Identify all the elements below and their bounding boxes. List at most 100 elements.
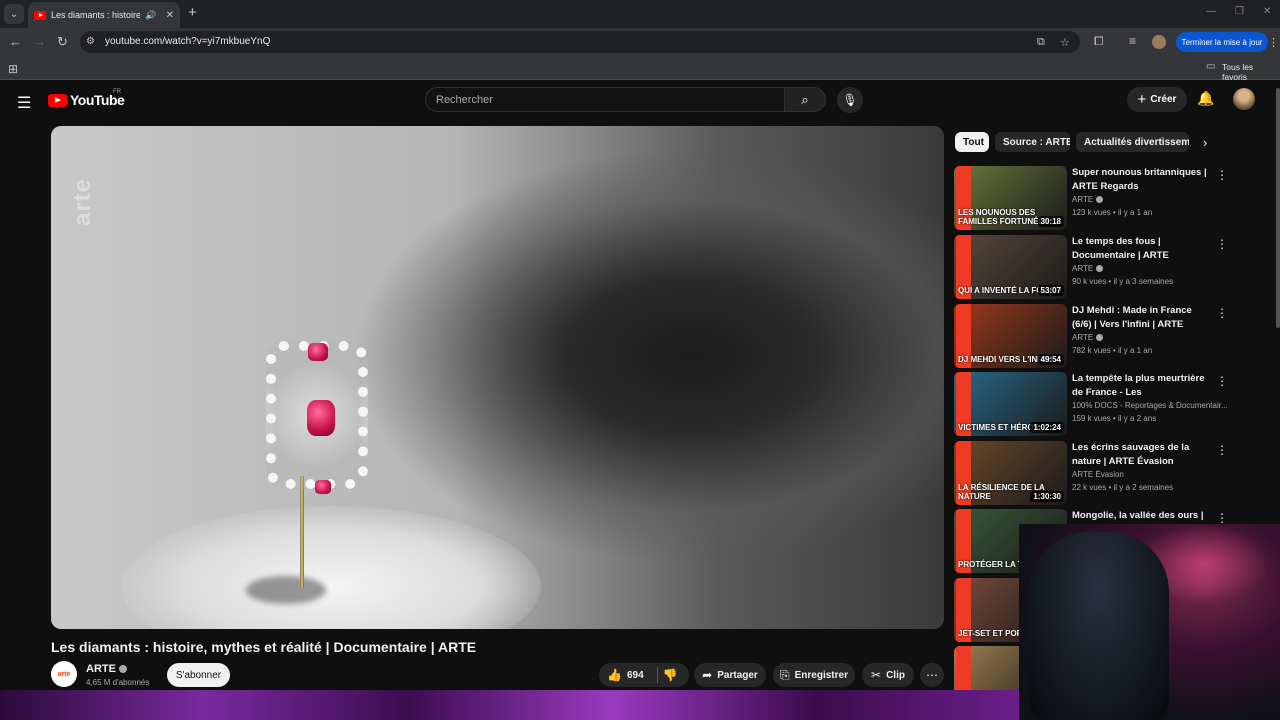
more-vertical-icon[interactable]: ⋮ xyxy=(1216,374,1228,388)
video-thumbnail[interactable]: La résilience de la nature 1:30:30 xyxy=(954,441,1067,505)
media-controls-icon[interactable]: ≡ xyxy=(1129,34,1136,48)
channel-avatar[interactable]: arte xyxy=(51,661,77,687)
youtube-play-icon xyxy=(48,93,67,107)
channel-text[interactable]: ARTE Évasion xyxy=(1072,470,1124,479)
video-thumbnail[interactable]: Victimes et héros 1:02:24 xyxy=(954,372,1067,436)
recommendation-title[interactable]: DJ Mehdi : Made in France (6/6) | Vers l… xyxy=(1072,304,1212,332)
address-bar[interactable]: ⚙ youtube.com/watch?v=yi7mkbueYnQ ⧉ ☆ xyxy=(80,31,1080,53)
save-button[interactable]: ⎘ Enregistrer xyxy=(773,663,855,687)
browser-profile-avatar[interactable] xyxy=(1152,35,1166,49)
channel-name[interactable]: ARTE xyxy=(86,663,127,675)
like-icon[interactable]: 👍 xyxy=(607,668,622,682)
like-count[interactable]: 694 xyxy=(627,670,644,681)
create-label: Créer xyxy=(1150,94,1177,105)
forward-icon[interactable]: → xyxy=(33,34,46,49)
bookmark-icon: ⎘ xyxy=(780,667,790,682)
back-icon[interactable]: ← xyxy=(9,34,22,49)
recommendation-title[interactable]: Le temps des fous | Documentaire | ARTE xyxy=(1072,235,1212,263)
apps-grid-icon[interactable]: ⊞ xyxy=(8,62,18,76)
spotlight-decor xyxy=(121,506,541,629)
view-count: 782 k vues xyxy=(1072,346,1111,355)
recommendation-channel[interactable]: ARTE xyxy=(1072,264,1232,273)
duration-badge: 49:54 xyxy=(1037,354,1064,365)
recommendation-channel[interactable]: ARTE Évasion xyxy=(1072,470,1232,479)
chip-source-arte[interactable]: Source : ARTE xyxy=(995,132,1070,152)
tab-search-icon[interactable]: ⌄ xyxy=(4,4,24,24)
more-horizontal-icon: ⋯ xyxy=(926,668,938,682)
reload-icon[interactable]: ↻ xyxy=(57,34,68,50)
recommendation-channel[interactable]: ARTE xyxy=(1072,195,1232,204)
clip-button[interactable]: ✂ Clip xyxy=(862,663,914,687)
recommendation-title[interactable]: La tempête la plus meurtrière de France … xyxy=(1072,372,1212,400)
save-label: Enregistrer xyxy=(794,669,848,681)
more-actions-button[interactable]: ⋯ xyxy=(920,663,944,687)
recommendation-item[interactable]: DJ Mehdi vers l'infini 49:54 DJ Mehdi : Ma… xyxy=(954,304,1276,368)
page-scrollbar[interactable] xyxy=(1276,88,1280,328)
tab-title: Les diamants : histoire, mythes et réali… xyxy=(51,10,141,20)
update-button[interactable]: Terminer la mise à jour xyxy=(1176,32,1268,52)
speaker-icon[interactable]: 🔊 xyxy=(145,10,156,21)
chip-all[interactable]: Tout xyxy=(955,132,989,152)
more-vertical-icon[interactable]: ⋮ xyxy=(1216,237,1228,251)
share-button[interactable]: ➦ Partager xyxy=(694,663,766,687)
video-thumbnail[interactable]: Les nounous des familles fortunées 30:18 xyxy=(954,166,1067,230)
site-info-icon[interactable]: ⚙ xyxy=(86,36,98,48)
dislike-icon[interactable]: 👎 xyxy=(663,668,678,682)
recommendation-channel[interactable]: ARTE xyxy=(1072,333,1232,342)
hamburger-menu-icon[interactable]: ☰ xyxy=(17,93,31,113)
folder-icon: ▭ xyxy=(1206,61,1216,72)
search-input[interactable]: Rechercher xyxy=(425,87,785,112)
bookmark-star-icon[interactable]: ☆ xyxy=(1060,36,1070,49)
subscribe-button[interactable]: S'abonner xyxy=(167,663,230,687)
plus-icon: + xyxy=(1137,91,1147,108)
verified-icon xyxy=(118,665,127,674)
recommendation-item[interactable]: Les nounous des familles fortunées 30:18 S… xyxy=(954,166,1276,230)
recommendation-meta: 782 k vues • il y a 1 an xyxy=(1072,346,1153,355)
subscriber-count: 4,65 M d'abonnés xyxy=(86,678,150,687)
url-text: youtube.com/watch?v=yi7mkbueYnQ xyxy=(105,36,271,47)
more-vertical-icon[interactable]: ⋮ xyxy=(1216,306,1228,320)
recommendation-title[interactable]: Super nounous britanniques | ARTE Regard… xyxy=(1072,166,1212,194)
channel-text[interactable]: ARTE xyxy=(1072,195,1093,204)
all-bookmarks-link[interactable]: Tous les favoris xyxy=(1222,62,1280,82)
video-thumbnail[interactable]: DJ Mehdi vers l'infini 49:54 xyxy=(954,304,1067,368)
recommendation-title[interactable]: Les écrins sauvages de la nature | ARTE … xyxy=(1072,441,1212,469)
view-count: 22 k vues xyxy=(1072,483,1107,492)
minimize-icon[interactable]: — xyxy=(1206,6,1216,17)
recommendation-item[interactable]: Victimes et héros 1:02:24 La tempête la pl… xyxy=(954,372,1276,436)
channel-text[interactable]: ARTE xyxy=(1072,264,1093,273)
browser-tab[interactable]: Les diamants : histoire, mythes et réali… xyxy=(28,2,180,28)
extensions-icon[interactable]: ⧠ xyxy=(1094,34,1104,49)
notifications-bell-icon[interactable]: 🔔 xyxy=(1197,90,1214,107)
close-tab-icon[interactable]: ✕ xyxy=(166,10,174,21)
channel-text[interactable]: ARTE xyxy=(1072,333,1093,342)
more-vertical-icon[interactable]: ⋮ xyxy=(1216,443,1228,457)
more-vertical-icon[interactable]: ⋮ xyxy=(1216,168,1228,182)
recommendation-title[interactable]: Mongolie, la vallée des ours | xyxy=(1072,509,1212,523)
more-vertical-icon[interactable]: ⋮ xyxy=(1216,511,1228,525)
recommendation-item[interactable]: Qui a inventé la folie ? 53:07 Le temps de… xyxy=(954,235,1276,299)
chevron-right-icon[interactable]: › xyxy=(1203,135,1207,150)
new-tab-icon[interactable]: + xyxy=(188,4,197,21)
bookmarks-bar: ⊞ ▭ Tous les favoris xyxy=(0,56,1280,82)
chip-news-entertainment[interactable]: Actualités divertissement xyxy=(1076,132,1189,152)
view-count: 123 k vues xyxy=(1072,208,1111,217)
video-player[interactable]: arte xyxy=(51,126,944,629)
upload-age: il y a 2 semaines xyxy=(1113,483,1174,492)
video-thumbnail[interactable]: Qui a inventé la folie ? 53:07 xyxy=(954,235,1067,299)
install-app-icon[interactable]: ⧉ xyxy=(1037,36,1045,49)
user-avatar[interactable] xyxy=(1233,88,1255,110)
share-label: Partager xyxy=(717,669,758,681)
pin-shadow xyxy=(246,576,326,604)
search-button[interactable]: ⌕ xyxy=(784,87,826,112)
browser-menu-icon[interactable]: ⋮ xyxy=(1268,36,1279,49)
recommendation-channel[interactable]: 100% DOCS - Reportages & Documentair... xyxy=(1072,401,1232,410)
channel-name-text[interactable]: ARTE xyxy=(86,663,116,675)
create-button[interactable]: + Créer xyxy=(1127,87,1187,112)
verified-icon xyxy=(1096,196,1104,204)
voice-search-button[interactable]: 🎙 xyxy=(837,87,863,113)
maximize-icon[interactable]: ❐ xyxy=(1235,6,1244,17)
recommendation-item[interactable]: La résilience de la nature 1:30:30 Les écr… xyxy=(954,441,1276,505)
close-window-icon[interactable]: ✕ xyxy=(1263,6,1271,17)
channel-text[interactable]: 100% DOCS - Reportages & Documentair... xyxy=(1072,401,1228,410)
